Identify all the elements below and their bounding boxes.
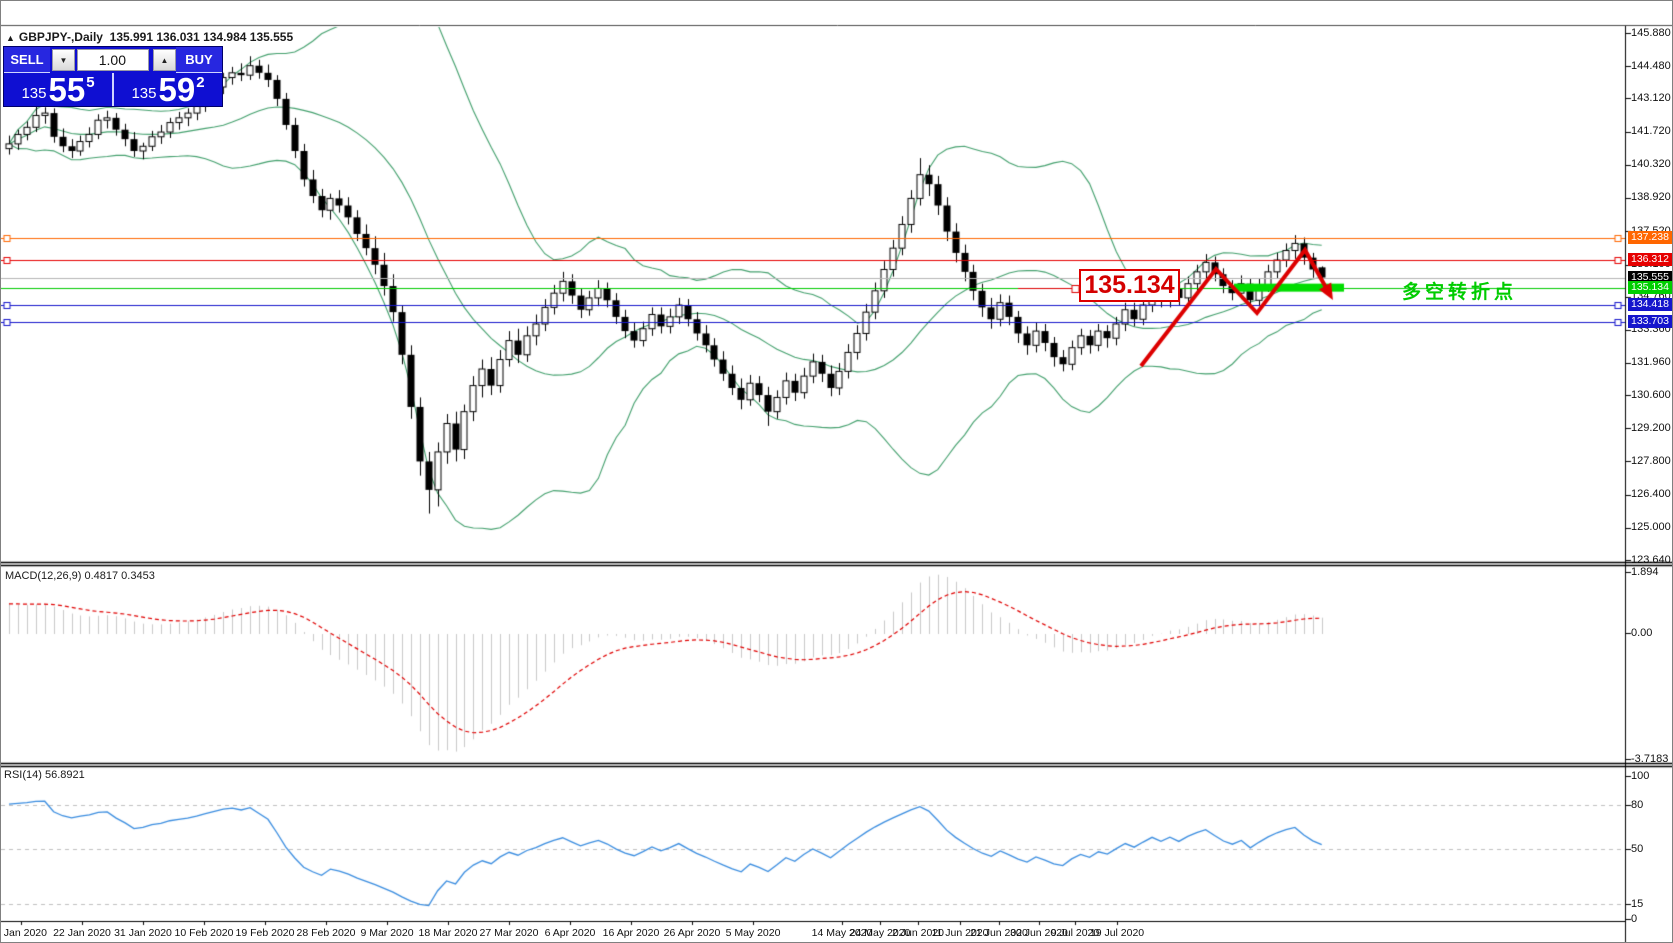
- price-axis-tick: 138.920: [1631, 191, 1671, 203]
- price-axis-tick: 131.960: [1631, 356, 1671, 368]
- buy-price-big-figure: 135: [131, 85, 156, 102]
- annotation-text[interactable]: 多空转折点: [1402, 277, 1517, 304]
- price-axis-tick: 144.480: [1631, 60, 1671, 72]
- rsi-axis-tick: 15: [1631, 898, 1643, 910]
- price-axis-tick: 127.800: [1631, 455, 1671, 467]
- rsi-axis-tick: 0: [1631, 913, 1637, 925]
- one-click-trading-panel: SELL ▼ 1.00 ▲ BUY 135 55 5 135 59 2: [3, 46, 223, 107]
- sell-price[interactable]: 135 55 5: [4, 73, 114, 106]
- price-axis-tick: 130.600: [1631, 389, 1671, 401]
- price-line-badge: 136.312: [1628, 253, 1673, 266]
- price-axis-tick: 129.200: [1631, 422, 1671, 434]
- macd-axis-tick: 1.894: [1631, 566, 1659, 578]
- price-axis-tick: 140.320: [1631, 158, 1671, 170]
- price-line-badge: 137.238: [1628, 231, 1673, 244]
- rsi-axis-tick: 50: [1631, 843, 1643, 855]
- price-axis-tick: 123.640: [1631, 554, 1671, 566]
- chart-canvas[interactable]: [1, 1, 1673, 943]
- macd-label: MACD(12,26,9) 0.4817 0.3453: [5, 570, 155, 582]
- date-axis-label: 9 Mar 2020: [360, 927, 413, 939]
- date-axis-label: 19 Feb 2020: [236, 927, 295, 939]
- date-axis-label: 5 May 2020: [726, 927, 781, 939]
- date-axis-label: 18 Mar 2020: [419, 927, 478, 939]
- price-axis-tick: 141.720: [1631, 125, 1671, 137]
- sell-price-big-figure: 135: [21, 85, 46, 102]
- volume-increase-button[interactable]: ▲: [153, 49, 176, 71]
- price-axis-tick: 145.880: [1631, 27, 1671, 39]
- sell-price-pipette: 5: [86, 74, 94, 91]
- date-axis-label: 27 Mar 2020: [480, 927, 539, 939]
- date-axis-label: 22 Jan 2020: [53, 927, 111, 939]
- price-axis-tick: 143.120: [1631, 92, 1671, 104]
- rsi-label: RSI(14) 56.8921: [4, 769, 85, 781]
- ohlc-values: 135.991 136.031 134.984 135.555: [110, 30, 294, 44]
- volume-decrease-button[interactable]: ▼: [52, 49, 75, 71]
- date-axis-label: 28 Feb 2020: [297, 927, 356, 939]
- buy-price-pips: 59: [158, 75, 195, 105]
- date-axis-label: 3 Jan 2020: [0, 927, 47, 939]
- rsi-axis-tick: 100: [1631, 770, 1649, 782]
- date-axis-label: 6 Apr 2020: [545, 927, 596, 939]
- price-callout[interactable]: 135.134: [1079, 269, 1180, 302]
- date-axis-label: 16 Apr 2020: [603, 927, 660, 939]
- rsi-axis-tick: 80: [1631, 799, 1643, 811]
- price-line-badge: 134.418: [1628, 298, 1673, 311]
- buy-price-pipette: 2: [196, 74, 204, 91]
- price-line-badge: 133.703: [1628, 315, 1673, 328]
- macd-axis-tick: -3.7183: [1631, 753, 1668, 765]
- sell-price-pips: 55: [48, 75, 85, 105]
- object-marker-icon: ▲: [6, 33, 15, 43]
- buy-button[interactable]: BUY: [176, 47, 222, 73]
- date-axis-label: 31 Jan 2020: [114, 927, 172, 939]
- date-axis-label: 10 Feb 2020: [175, 927, 234, 939]
- price-axis-tick: 126.400: [1631, 488, 1671, 500]
- price-line-badge: 135.134: [1628, 281, 1673, 294]
- price-axis-tick: 125.000: [1631, 521, 1671, 533]
- macd-axis-tick: 0.00: [1631, 627, 1652, 639]
- sell-button[interactable]: SELL: [4, 47, 50, 73]
- buy-price[interactable]: 135 59 2: [114, 73, 222, 106]
- symbol-period-label: GBPJPY-,Daily: [19, 30, 103, 44]
- mt4-window: +新订单◆▤◉●自动交易╷╵▮~⊕⊖▦▶▸│✚▾◔▾▧▾↖┼│─╱⫽FAT✦▾M…: [0, 0, 1673, 943]
- chart-title: ▲ GBPJPY-,Daily 135.991 136.031 134.984 1…: [6, 30, 293, 44]
- date-axis-label: 26 Apr 2020: [664, 927, 721, 939]
- volume-input[interactable]: 1.00: [77, 49, 149, 71]
- date-axis-label: 19 Jul 2020: [1090, 927, 1144, 939]
